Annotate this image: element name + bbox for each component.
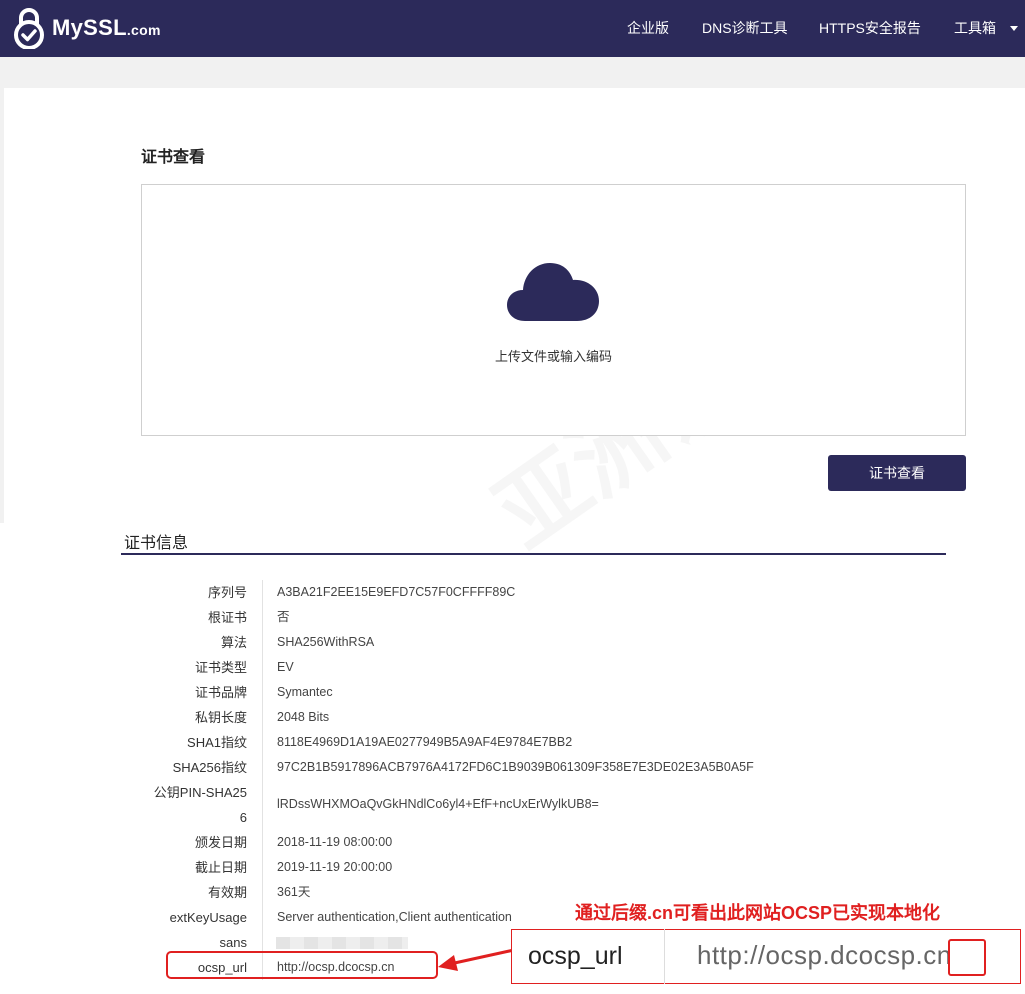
- row-value: 2018-11-19 08:00:00: [277, 835, 393, 849]
- nav-toolbox[interactable]: 工具箱: [954, 18, 996, 38]
- row-label: 有效期: [207, 885, 247, 900]
- row-label: 证书类型: [194, 660, 247, 675]
- ocsp-highlight-box: [166, 951, 438, 979]
- row-label: 公钥PIN-SHA25: [153, 785, 247, 800]
- viewer-title: 证书查看: [141, 149, 206, 166]
- upload-hint: 上传文件或输入编码: [494, 349, 612, 364]
- top-navbar: MySSL.com 企业版 DNS诊断工具 HTTPS安全报告 工具箱: [0, 0, 1025, 57]
- zoom-value: http://ocsp.dcocsp.cn: [697, 940, 952, 970]
- nav-dns-tool[interactable]: DNS诊断工具: [702, 18, 788, 38]
- row-value: Server authentication,Client authenticat…: [277, 910, 512, 924]
- row-value: EV: [277, 660, 294, 674]
- row-value: Symantec: [277, 685, 333, 699]
- row-label: 颁发日期: [194, 835, 247, 850]
- row-value: 8118E4969D1A19AE0277949B5A9AF4E9784E7BB2: [277, 735, 573, 749]
- info-title-underline: [121, 553, 946, 555]
- row-value: 2048 Bits: [277, 710, 330, 724]
- row-value: 否: [277, 610, 290, 624]
- nav-https-report[interactable]: HTTPS安全报告: [819, 18, 921, 38]
- info-column-divider: [262, 580, 263, 980]
- redacted-value: [276, 937, 408, 949]
- row-value: lRDssWHXMOaQvGkHNdlCo6yl4+EfF+ncUxErWylk…: [277, 797, 599, 811]
- row-label: 证书品牌: [194, 685, 247, 700]
- row-label: 序列号: [207, 585, 247, 600]
- lock-check-icon: [14, 8, 44, 49]
- logo-text: MySSL.com: [52, 15, 161, 40]
- row-value: 2019-11-19 20:00:00: [277, 860, 393, 874]
- view-certificate-button[interactable]: 证书查看: [828, 455, 966, 491]
- row-label-continued: 6: [239, 810, 247, 825]
- row-value: 97C2B1B5917896ACB7976A4172FD6C1B9039B061…: [277, 760, 754, 774]
- row-label: SHA1指纹: [187, 735, 247, 750]
- row-label: 截止日期: [194, 860, 247, 875]
- row-label: 根证书: [207, 610, 247, 625]
- row-label: SHA256指纹: [172, 760, 247, 775]
- zoom-divider: [664, 929, 665, 984]
- row-label: 算法: [220, 635, 247, 650]
- row-label: extKeyUsage: [169, 910, 247, 925]
- nav-enterprise[interactable]: 企业版: [627, 18, 669, 38]
- arrow-left-icon: [438, 948, 515, 971]
- zoom-label: ocsp_url: [528, 942, 623, 970]
- row-value: A3BA21F2EE15E9EFD7C57F0CFFFF89C: [277, 585, 516, 599]
- row-value: 361天: [277, 885, 311, 899]
- info-title: 证书信息: [124, 535, 189, 552]
- cloud-upload-icon: [507, 263, 599, 321]
- row-label: 私钥长度: [194, 710, 247, 725]
- row-value: SHA256WithRSA: [277, 635, 375, 649]
- site-logo[interactable]: MySSL.com: [12, 7, 161, 49]
- zoom-cn-highlight: [948, 939, 986, 976]
- chevron-down-icon[interactable]: [1010, 26, 1018, 31]
- annotation-text: 通过后缀.cn可看出此网站OCSP已实现本地化: [575, 903, 941, 923]
